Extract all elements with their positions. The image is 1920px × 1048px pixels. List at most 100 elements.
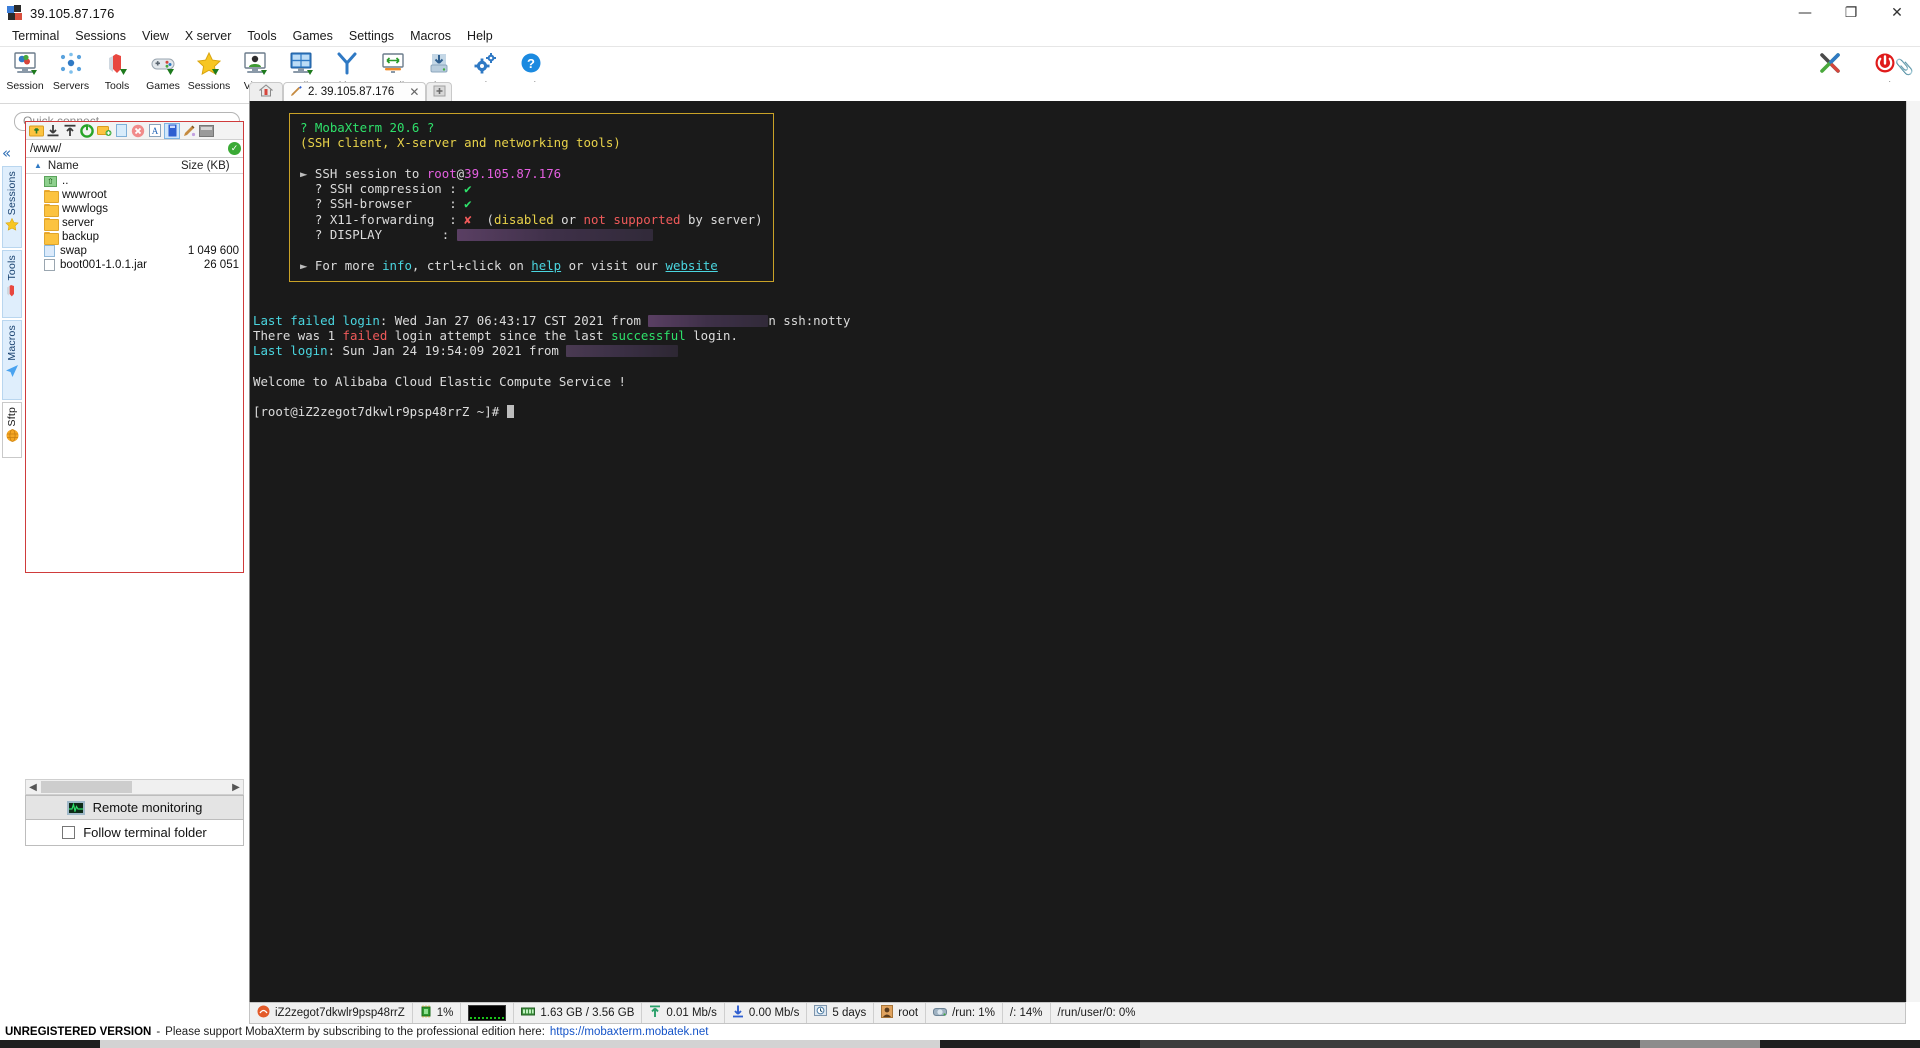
- scroll-right-arrow-icon[interactable]: ▶: [229, 782, 243, 793]
- ribbon-sessions-button[interactable]: Sessions: [186, 47, 232, 92]
- last-login-rest: : Sun Jan 24 19:54:09 2021 from: [327, 343, 567, 359]
- ribbon-games-button[interactable]: Games: [140, 47, 186, 92]
- cpu-icon: [420, 1005, 432, 1021]
- sidebar-item-macros[interactable]: Macros: [2, 320, 22, 400]
- column-header-size[interactable]: Size (KB): [181, 160, 243, 172]
- strip-seg: [1640, 1040, 1760, 1048]
- remote-monitoring-button[interactable]: Remote monitoring: [25, 795, 244, 820]
- terminal-cursor: [506, 405, 514, 419]
- footer-info-link[interactable]: info: [382, 258, 412, 273]
- new-file-icon[interactable]: [113, 123, 129, 139]
- minimize-button[interactable]: —: [1782, 0, 1828, 26]
- tab-home[interactable]: [249, 82, 283, 101]
- ribbon-label: Session: [6, 80, 44, 92]
- footer-link[interactable]: https://mobaxterm.mobatek.net: [550, 1026, 709, 1038]
- ribbon-tools-button[interactable]: Tools: [94, 47, 140, 92]
- list-item[interactable]: swap 1 049 600: [26, 244, 243, 258]
- terminal-icon[interactable]: [198, 123, 214, 139]
- menu-x-server[interactable]: X server: [177, 27, 240, 45]
- menu-settings[interactable]: Settings: [341, 27, 402, 45]
- list-item[interactable]: server: [26, 216, 243, 231]
- parent-folder-icon: ⇧: [44, 175, 57, 187]
- download-icon[interactable]: [45, 123, 61, 139]
- status-download[interactable]: 0.00 Mb/s: [725, 1003, 808, 1023]
- file-name: backup: [62, 231, 100, 243]
- ribbon-servers-button[interactable]: Servers: [48, 47, 94, 92]
- list-item[interactable]: wwwroot: [26, 188, 243, 203]
- tab-new[interactable]: [426, 82, 453, 101]
- delete-icon[interactable]: [130, 123, 146, 139]
- status-disk-runuser[interactable]: /run/user/0: 0%: [1051, 1003, 1143, 1023]
- remote-monitoring-label: Remote monitoring: [92, 800, 203, 815]
- refresh-icon[interactable]: [79, 123, 95, 139]
- file-list-header: ▲ Name Size (KB): [26, 158, 243, 174]
- terminal-output[interactable]: ? MobaXterm 20.6 ? (SSH client, X-server…: [249, 101, 1906, 1002]
- list-item[interactable]: boot001-1.0.1.jar 26 051: [26, 258, 243, 272]
- footer-help-link[interactable]: help: [531, 258, 561, 273]
- status-uptime[interactable]: 5 days: [807, 1003, 875, 1023]
- menu-terminal[interactable]: Terminal: [4, 27, 67, 45]
- menu-tools[interactable]: Tools: [239, 27, 284, 45]
- ribbon-session-button[interactable]: Session: [2, 47, 48, 92]
- terminal-vertical-scrollbar[interactable]: [1906, 101, 1920, 1002]
- go-up-icon[interactable]: [28, 123, 44, 139]
- status-host[interactable]: iZ2zegot7dkwlr9psp48rrZ: [250, 1003, 413, 1023]
- file-browser-horizontal-scrollbar[interactable]: ◀ ▶: [25, 779, 244, 795]
- status-cpu[interactable]: 1%: [413, 1003, 462, 1023]
- menu-view[interactable]: View: [134, 27, 177, 45]
- footer-website-link[interactable]: website: [666, 258, 718, 273]
- permissions-icon[interactable]: [181, 123, 197, 139]
- follow-terminal-folder-checkbox[interactable]: [62, 826, 76, 839]
- menu-help[interactable]: Help: [459, 27, 501, 45]
- scroll-left-arrow-icon[interactable]: ◀: [26, 782, 40, 793]
- file-size: 26 051: [203, 259, 239, 271]
- follow-terminal-folder-row[interactable]: Follow terminal folder: [25, 820, 244, 846]
- host-icon: [257, 1005, 270, 1021]
- status-disk-root[interactable]: /: 14%: [1003, 1003, 1051, 1023]
- sftp-path-value: /www/: [30, 142, 62, 155]
- file-size: 1 049 600: [187, 245, 239, 257]
- note-mid: or: [553, 211, 584, 227]
- collapse-chevron-icon[interactable]: «: [2, 144, 11, 162]
- menu-bar: Terminal Sessions View X server Tools Ga…: [0, 26, 1920, 47]
- bookmark-icon[interactable]: [164, 122, 180, 139]
- menu-games[interactable]: Games: [285, 27, 341, 45]
- sidebar-item-sftp[interactable]: Sftp: [2, 402, 22, 458]
- title-bar: 39.105.87.176 — ❐ ✕: [0, 0, 1920, 26]
- status-user[interactable]: root: [874, 1003, 927, 1023]
- sidebar-item-sessions[interactable]: Sessions: [2, 166, 22, 248]
- banner-session-prefix: SSH session to: [314, 165, 427, 181]
- list-item[interactable]: backup: [26, 230, 243, 245]
- close-button[interactable]: ✕: [1874, 0, 1920, 26]
- list-item[interactable]: ⇧..: [26, 174, 243, 188]
- column-header-name[interactable]: ▲ Name: [26, 160, 181, 172]
- sftp-path-bar[interactable]: /www/ ✓: [26, 140, 243, 158]
- memory-icon: [521, 1006, 536, 1020]
- ribbon-label: Servers: [52, 80, 90, 92]
- tab-close-icon[interactable]: ✕: [409, 85, 419, 99]
- status-disk-run[interactable]: /run: 1%: [926, 1003, 1003, 1023]
- maximize-button[interactable]: ❐: [1828, 0, 1874, 26]
- sidebar-item-tools[interactable]: Tools: [2, 250, 22, 318]
- file-name: ..: [62, 175, 69, 187]
- status-upload[interactable]: 0.01 Mb/s: [642, 1003, 725, 1023]
- upload-icon[interactable]: [62, 123, 78, 139]
- ribbon-label: Sessions: [187, 80, 231, 92]
- menu-sessions[interactable]: Sessions: [67, 27, 134, 45]
- window-title: 39.105.87.176: [30, 5, 115, 21]
- text-edit-icon[interactable]: A: [147, 123, 163, 139]
- attempt-mid: login attempt since the last: [387, 327, 612, 343]
- attempt-failed: failed: [342, 327, 388, 343]
- folder-icon: [44, 189, 59, 203]
- list-item[interactable]: wwwlogs: [26, 202, 243, 217]
- new-folder-icon[interactable]: [96, 123, 112, 139]
- menu-macros[interactable]: Macros: [402, 27, 459, 45]
- status-memory[interactable]: 1.63 GB / 3.56 GB: [514, 1003, 643, 1023]
- tab-ssh-session[interactable]: 2. 39.105.87.176 ✕: [283, 82, 427, 101]
- attachment-clip-icon[interactable]: 📎: [1895, 58, 1914, 76]
- banner-subtitle: (SSH client, X-server and networking too…: [300, 135, 621, 151]
- terminal-tab-bar: 2. 39.105.87.176 ✕: [249, 82, 1906, 101]
- status-cpu-graph[interactable]: [461, 1003, 515, 1023]
- packages-icon: [426, 50, 452, 78]
- scrollbar-thumb[interactable]: [41, 781, 132, 793]
